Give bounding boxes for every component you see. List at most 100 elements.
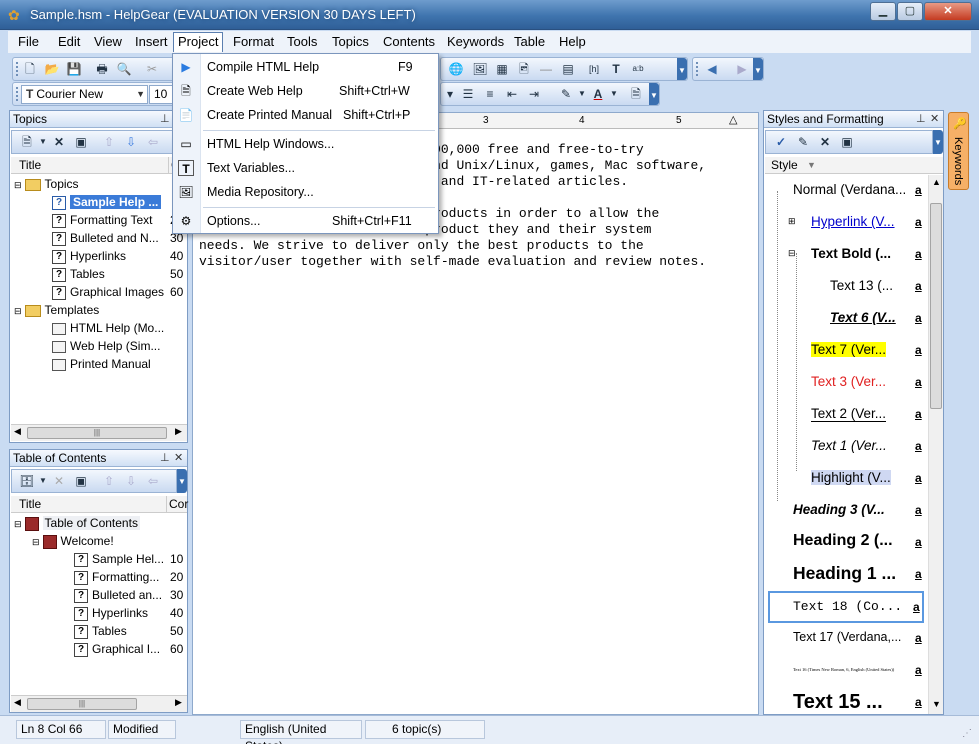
menu-item-options[interactable]: ⚙ Options... Shift+Ctrl+F11: [173, 210, 438, 232]
column-context[interactable]: Cor: [166, 496, 188, 513]
style-item-text-3[interactable]: Text 3 (Ver... a: [774, 367, 926, 399]
style-item-heading-2[interactable]: Heading 2 (... a: [774, 527, 926, 559]
style-item-text-bold[interactable]: ⊟ Text Bold (... a: [774, 239, 926, 271]
template-item[interactable]: Printed Manual: [52, 355, 151, 373]
column-title[interactable]: Title: [19, 157, 41, 174]
menu-item-text-variables[interactable]: T Text Variables...: [173, 157, 438, 179]
style-item-text-6[interactable]: Text 6 (V... a: [774, 303, 926, 335]
pin-icon[interactable]: ⊥: [916, 111, 926, 127]
menu-item-html-help-windows[interactable]: ▭ HTML Help Windows...: [173, 133, 438, 155]
toolbar-overflow-icon[interactable]: ▼: [649, 83, 659, 105]
template-item[interactable]: Web Help (Sim...: [52, 337, 160, 355]
pin-icon[interactable]: ⊥: [160, 450, 170, 466]
style-item-normal[interactable]: Normal (Verdana... a: [774, 175, 926, 207]
right-indent-marker-icon[interactable]: △: [729, 112, 737, 128]
close-panel-icon[interactable]: ✕: [930, 111, 939, 127]
new-file-icon[interactable]: 🗋: [21, 60, 39, 78]
style-item-text-17[interactable]: Text 17 (Verdana,... a: [774, 623, 926, 655]
insert-image-icon[interactable]: 🖼: [471, 60, 489, 78]
scroll-thumb[interactable]: |||: [27, 427, 167, 439]
template-item[interactable]: HTML Help (Mo...: [52, 319, 164, 337]
toolbar-gripper[interactable]: [16, 87, 19, 101]
insert-table-icon[interactable]: ▤: [559, 60, 577, 78]
collapse-icon[interactable]: ⊟: [32, 537, 40, 547]
style-item-heading-1[interactable]: Heading 1 ... a: [774, 559, 926, 591]
insert-html-icon[interactable]: [h]: [585, 60, 603, 78]
forward-arrow-icon[interactable]: ▶: [733, 60, 751, 78]
decrease-indent-icon[interactable]: ⇤: [503, 85, 521, 103]
scroll-right-icon[interactable]: ▶: [175, 426, 182, 437]
insert-text-icon[interactable]: T: [607, 60, 625, 78]
menu-edit[interactable]: Edit: [56, 34, 82, 50]
collapse-icon[interactable]: ⊟: [14, 519, 22, 529]
bullet-list-icon[interactable]: ≡: [481, 85, 499, 103]
horizontal-scrollbar[interactable]: ◀ ||| ▶: [11, 424, 187, 441]
style-item-hyperlink[interactable]: ⊞ Hyperlink (V... a: [774, 207, 926, 239]
properties-icon[interactable]: ▣: [838, 133, 856, 151]
vertical-scrollbar[interactable]: ▲ ▼: [928, 175, 943, 714]
toolbar-overflow-icon[interactable]: ▼: [677, 58, 687, 80]
toolbar-gripper[interactable]: [16, 62, 19, 76]
style-item-heading-3[interactable]: Heading 3 (V... a: [774, 495, 926, 527]
topic-item[interactable]: ? Hyperlinks 40: [52, 247, 184, 265]
menu-format[interactable]: Format: [231, 34, 276, 50]
new-style-icon[interactable]: ✎: [794, 133, 812, 151]
move-down-icon[interactable]: ⇩: [122, 133, 140, 151]
collapse-icon[interactable]: ⊟: [788, 248, 796, 259]
print-preview-icon[interactable]: 🔍: [115, 60, 133, 78]
delete-icon[interactable]: ✕: [50, 472, 68, 490]
toolbar-overflow-icon[interactable]: ▼: [933, 130, 943, 154]
toolbar-gripper[interactable]: [696, 62, 699, 76]
resize-grip-icon[interactable]: ⋰: [962, 728, 972, 739]
menu-item-create-printed-manual[interactable]: 📄 Create Printed Manual Shift+Ctrl+P: [173, 104, 438, 126]
menu-item-compile-html-help[interactable]: ▶ Compile HTML Help F9: [173, 56, 438, 78]
move-up-icon[interactable]: ⇧: [100, 472, 118, 490]
insert-graphic-icon[interactable]: 🖻: [515, 60, 533, 78]
scroll-down-icon[interactable]: ▼: [932, 699, 941, 709]
toc-item[interactable]: ? Formatting... 20: [74, 568, 184, 586]
cut-icon[interactable]: ✂: [143, 60, 161, 78]
menu-contents[interactable]: Contents: [381, 34, 437, 50]
scroll-thumb[interactable]: |||: [27, 698, 137, 710]
apply-style-check-icon[interactable]: ✓: [772, 133, 790, 151]
scroll-left-icon[interactable]: ◀: [14, 426, 21, 437]
collapse-icon[interactable]: ⊟: [14, 180, 22, 190]
toc-item[interactable]: ? Tables 50: [74, 622, 184, 640]
toc-item[interactable]: ? Sample Hel... 10: [74, 550, 184, 568]
insert-variable-icon[interactable]: a:b: [629, 60, 647, 78]
close-button[interactable]: ✕: [924, 2, 972, 21]
menu-file[interactable]: File: [16, 34, 41, 50]
style-item-text-7[interactable]: Text 7 (Ver... a: [774, 335, 926, 367]
menu-project[interactable]: Project: [173, 32, 224, 52]
style-item-text-16[interactable]: Text 16 (Times New Roman, 6, English (Un…: [774, 655, 926, 687]
close-panel-icon[interactable]: ✕: [174, 450, 183, 466]
scroll-up-icon[interactable]: ▲: [932, 177, 941, 187]
scroll-right-icon[interactable]: ▶: [175, 697, 182, 708]
tree-node-topics[interactable]: ⊟ Topics: [14, 175, 79, 193]
title-bar[interactable]: ✿ Sample.hsm - HelpGear (EVALUATION VERS…: [0, 0, 979, 30]
numbered-list-icon[interactable]: ☰: [459, 85, 477, 103]
font-size-dropdown-icon[interactable]: ▾: [441, 85, 459, 103]
menu-keywords[interactable]: Keywords: [445, 34, 506, 50]
tree-node-templates[interactable]: ⊟ Templates: [14, 301, 99, 319]
menu-item-create-web-help[interactable]: 🗎 Create Web Help Shift+Ctrl+W: [173, 80, 438, 102]
sort-arrow-icon[interactable]: ▼: [807, 157, 816, 174]
increase-indent-icon[interactable]: ⇥: [525, 85, 543, 103]
topic-item[interactable]: ?Formatting Text20: [52, 211, 184, 229]
open-folder-icon[interactable]: 📂: [43, 60, 61, 78]
style-item-highlight[interactable]: Highlight (V... a: [774, 463, 926, 495]
menu-topics[interactable]: Topics: [330, 34, 371, 50]
topic-item[interactable]: ? Graphical Images 60: [52, 283, 184, 301]
delete-icon[interactable]: ✕: [816, 133, 834, 151]
save-icon[interactable]: 💾: [65, 60, 83, 78]
back-arrow-icon[interactable]: ◀: [703, 60, 721, 78]
column-title[interactable]: Title: [19, 496, 41, 513]
menu-insert[interactable]: Insert: [133, 34, 170, 50]
chevron-down-icon[interactable]: ▼: [605, 85, 623, 103]
column-style[interactable]: Style: [771, 157, 798, 174]
app-icon[interactable]: ✿: [8, 7, 24, 23]
style-item-text-2[interactable]: Text 2 (Ver... a: [774, 399, 926, 431]
topic-item[interactable]: ? Tables 50: [52, 265, 184, 283]
menu-item-media-repository[interactable]: 🖼 Media Repository...: [173, 181, 438, 203]
toc-item[interactable]: ? Hyperlinks 40: [74, 604, 184, 622]
